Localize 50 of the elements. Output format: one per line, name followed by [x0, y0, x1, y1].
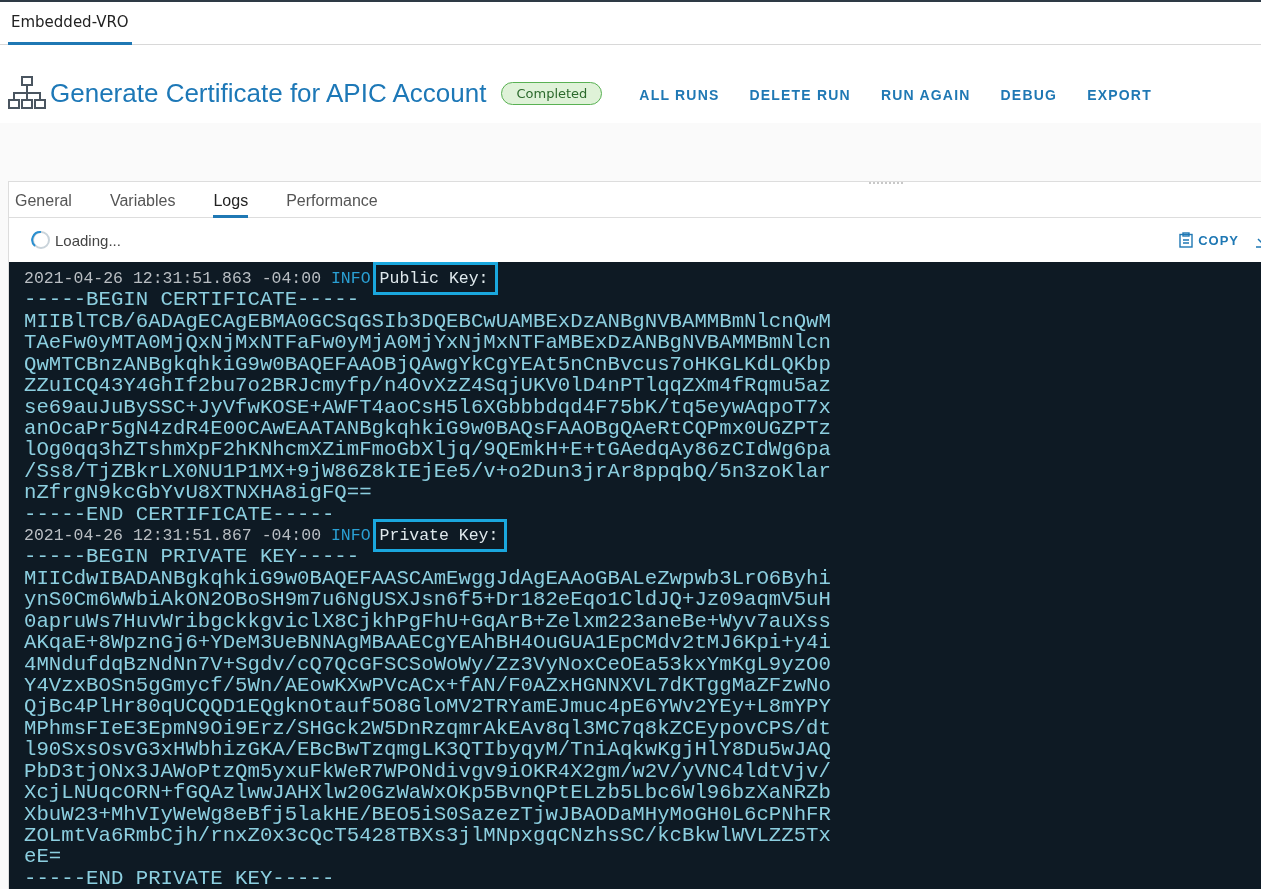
log-line: nZfrgN9kcGbYvU8XTNXHA8igFQ== [24, 482, 373, 504]
log-line: -----END CERTIFICATE----- [24, 503, 336, 526]
log-line: QwMTCBnzANBgkqhkiG9w0BAQEFAAOBjQAwgYkCgYEAt5nCnBvcus7oHKGLKdLQKbp [24, 353, 832, 376]
log-line: Y4VzxBOSn5gGmycf/5Wn/AEowKXwPVcACx+fAN/F0AZxHGNNXVL7dKTggMaZFzwNo [24, 675, 832, 697]
status-badge: Completed [501, 81, 603, 105]
action-link[interactable]: EXPORT [1087, 86, 1152, 103]
drag-handle[interactable] [869, 182, 903, 187]
log-line: MIICdwIBADANBgkqhkiG9w0BAQEFAASCAmEwggJdAgEAAoGBALeZwpwb3LrO6Byhi [24, 567, 832, 590]
log-line: lOg0qq3hZTshmXpF2hKNhcmXZimFmoGbXljq/9QEmkH+E+tGAedqAy86zCIdWg6pa [24, 439, 832, 461]
log-line: -----BEGIN PRIVATE KEY----- [24, 546, 361, 568]
log-timestamp: 2021-04-26 12:31:51.863 -04:00 [24, 269, 322, 288]
log-line: MPhmsFIeE3EpmN9Oi9Erz/SHGck2W5DnRzqmrAkEAv8ql3MC7q8kZCEypovCPS/dt [24, 717, 832, 740]
copy-button[interactable]: COPY [1179, 232, 1239, 248]
log-line: anOcaPr5gN4zdR4E00CAwEAATANBgkqhkiG9w0BAQsFAAOBgQAeRtCQPmx0UGZPTz [24, 417, 832, 440]
log-message: Private Key: [372, 519, 508, 553]
log-line: MIIBlTCB/6ADAgECAgEBMA0GCSqGSIb3DQEBCwUAMBExDzANBgNVBAMMBmNlcnQwM [24, 310, 832, 333]
workflow-icon [8, 76, 46, 110]
log-line: -----END PRIVATE KEY----- [24, 867, 336, 889]
log-line: /Ss8/TjZBkrLX0NU1P1MX+9jW86Z8kIEjEe5/v+o2Dun3jrAr8ppqbQ/5n3zoKlar [24, 460, 832, 483]
log-line: 0apruWs7HuvWribgckkgviclX8CjkhPgFhU+GqArB+Zelxm223aneBe+Wyv7auXss [24, 610, 832, 633]
tab[interactable]: Performance [286, 182, 378, 218]
action-link[interactable]: RUN AGAIN [880, 86, 971, 103]
log-line: l90SxsOsvG3xHWbhizGKA/EBcBwTzqmgLK3QTIbyqyM/TniAqkwKgjHlY8Du5wJAQ [24, 739, 832, 761]
log-line: PbD3tjONx3JAWoPtzQm5yxuFkWeR7WPONdivgv9iOKR4X2gm/w2V/yVNC4ldtVjv/ [24, 760, 832, 783]
tab[interactable]: Variables [109, 182, 176, 218]
spinner-icon [31, 230, 51, 250]
log-line: ynS0Cm6WWbiAkON2OBoSH9m7u6NgUSXJsn6f5+Dr182eEqo1CldJQ+Jz09aqmV5uH [24, 589, 832, 611]
log-line: ZOLmtVa6RmbCjh/rnxZ0x3cQcT5428TBXs3jlMNpxgqCNzhsSC/kcBkwlWVLZZ5Tx [24, 824, 832, 847]
log-line: 4MNdufdqBzNdNn7V+Sgdv/cQ7QcGFSCSoWoWy/Zz3VyNoxCeOEa53kxYmKgL9yzO0 [24, 653, 832, 675]
log-line: QjBc4PlHr80qUCQQD1EQgknOtauf5O8GloMV2TRYamEJmuc4pE6YWv2YEy+L8mYPY [24, 696, 832, 718]
log-message: Public Key: [372, 262, 498, 295]
log-line: ZZuICQ43Y4GhIf2bu7o2BRJcmyfp/n4OvXzZ4SqjUKV0lD4nPTlqqZXm4fRqmu5az [24, 375, 832, 397]
log-line: se69auJuBySSC+JyVfwKOSE+AWFT4aoCsH5l6XGbbbdqd4F75bK/tq5eywAqpoT7x [24, 396, 832, 418]
log-line: eE= [24, 846, 63, 868]
action-link[interactable]: ALL RUNS [639, 86, 720, 103]
workflow-title: Generate Certificate for APIC Account [50, 77, 487, 109]
log-level: INFO [330, 526, 371, 546]
clipboard-icon [1179, 232, 1194, 248]
log-line: AKqaE+8WpznGj6+YDeM3UeBNNAgMBAAECgYEAhBH4OuGUA1EpCMdv2tMJ6Kpi+y4i [24, 632, 832, 654]
loading-text: Loading... [55, 231, 121, 249]
log-line: TAeFw0yMTA0MjQxNjMxNTFaFw0yMjA0MjYxNjMxNTFaMBExDzANBgNVBAMMBmNlcn [24, 332, 832, 354]
log-line: -----BEGIN CERTIFICATE----- [24, 289, 361, 311]
log-timestamp: 2021-04-26 12:31:51.867 -04:00 [24, 526, 322, 546]
action-link[interactable]: DEBUG [1000, 86, 1058, 103]
tab[interactable]: General [15, 182, 72, 218]
tab[interactable]: Logs [213, 182, 249, 218]
action-link[interactable]: DELETE RUN [749, 86, 851, 103]
log-level: INFO [330, 269, 371, 288]
log-line: XbuW23+MhVIyWeWg8eBfj5lakHE/BEO5iS0SazezTjwJBAODaMHyMoGH0L6cPNhFR [24, 803, 832, 825]
log-line: XcjLNUqcORN+fGQAzlwwJAHXlw20GzWaWxOKp5BvnQPtELzb5Lbc6Wl96bzXaNRZb [24, 782, 832, 804]
